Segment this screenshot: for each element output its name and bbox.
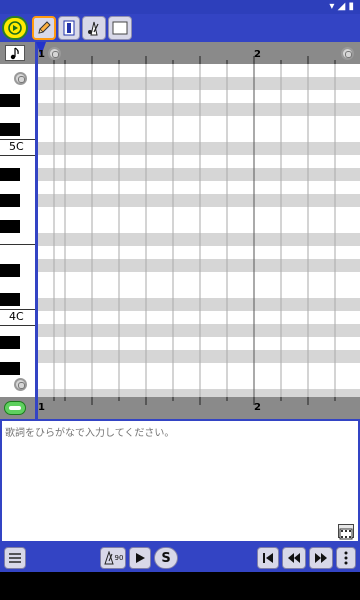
pitch-lane[interactable] [38,168,360,181]
black-key[interactable] [0,336,20,349]
measure-ruler-bottom[interactable]: 1 2 [38,397,360,419]
fast-forward-button[interactable] [309,547,333,569]
pitch-lane[interactable] [38,116,360,129]
more-options-button[interactable] [336,547,356,569]
key-divider [0,325,35,326]
note-length-button[interactable] [5,45,25,61]
metronome-icon [88,21,99,36]
status-icons: ▾ ◢ ▮ [329,1,354,12]
black-key[interactable] [0,94,20,107]
text-tool-icon [63,20,75,36]
black-key[interactable] [0,123,20,136]
ruler-ticks-bottom [53,397,336,405]
octave-label-5c: 5C [9,140,24,153]
note-length-area [0,42,38,64]
fast-forward-icon [315,553,327,563]
metronome-button[interactable] [82,16,106,40]
pitch-lane[interactable] [38,376,360,389]
pitch-lane[interactable] [38,337,360,350]
zoom-vertical-bottom-icon[interactable] [14,378,27,391]
pitch-lane[interactable] [38,350,360,363]
video-button[interactable] [338,524,354,540]
lyrics-input[interactable] [2,421,358,541]
ruler-ticks [53,56,336,64]
eighth-note-icon [10,47,19,60]
lyrics-toggle-icon [9,406,21,410]
pitch-lane[interactable] [38,142,360,155]
metronome-tempo-icon [103,551,114,565]
black-key[interactable] [0,220,20,233]
play-button[interactable] [129,547,151,569]
pitch-lane[interactable] [38,129,360,142]
pitch-lane[interactable] [38,220,360,233]
select-tool-button[interactable] [108,16,132,40]
zoom-vertical-icon[interactable] [14,72,27,85]
pitch-lane[interactable] [38,272,360,285]
play-icon [136,553,145,563]
black-key[interactable] [0,362,20,375]
pitch-lane[interactable] [38,77,360,90]
pitch-lane[interactable] [38,285,360,298]
mode-toggle-button[interactable] [2,16,28,40]
pitch-lane[interactable] [38,259,360,272]
status-bar: ▾ ◢ ▮ [0,0,360,14]
black-key[interactable] [0,194,20,207]
pitch-lane[interactable] [38,363,360,376]
tempo-button[interactable]: 90 [100,547,126,569]
pitch-lane[interactable] [38,233,360,246]
top-toolbar [0,14,360,42]
pitch-lane[interactable] [38,155,360,168]
pencil-icon [38,21,51,34]
lyrics-toggle-button[interactable] [4,401,26,415]
black-key[interactable] [0,293,20,306]
key-divider [0,244,35,245]
piano-roll-editor: 1 2 5C 4C 1 2 [0,42,360,419]
skip-to-start-button[interactable] [257,547,279,569]
pitch-lane[interactable] [38,246,360,259]
tempo-value: 90 [114,554,124,562]
pitch-lane[interactable] [38,64,360,77]
pitch-lane[interactable] [38,311,360,324]
pitch-lane[interactable] [38,194,360,207]
note-grid[interactable] [38,64,360,397]
solo-button[interactable]: S [154,547,178,569]
pitch-lane[interactable] [38,90,360,103]
solo-label: S [161,550,171,566]
bottom-toolbar: 90 S [0,544,360,572]
pitch-lane[interactable] [38,324,360,337]
lyrics-toggle-area [0,397,38,419]
film-icon [339,528,353,540]
skip-start-icon [263,553,273,563]
pitch-lane[interactable] [38,389,360,397]
measure-ruler-top[interactable]: 1 2 [36,42,360,64]
octave-label-4c: 4C [9,310,24,323]
pitch-lane[interactable] [38,298,360,311]
pitch-lane[interactable] [38,207,360,220]
hamburger-menu-icon [9,553,21,563]
select-rect-icon [112,21,128,35]
system-nav-bar [0,572,360,600]
pitch-lane[interactable] [38,103,360,116]
menu-button[interactable] [4,547,26,569]
pencil-tool-button[interactable] [32,16,56,40]
black-key[interactable] [0,168,20,181]
text-tool-button[interactable] [58,16,80,40]
rewind-icon [288,553,300,563]
key-divider [0,155,35,156]
pitch-lane[interactable] [38,181,360,194]
rewind-button[interactable] [282,547,306,569]
mode-icon [8,21,22,35]
piano-keyboard[interactable]: 5C 4C [0,64,38,397]
more-vert-icon [344,551,348,565]
black-key[interactable] [0,264,20,277]
lyrics-panel [0,419,360,544]
